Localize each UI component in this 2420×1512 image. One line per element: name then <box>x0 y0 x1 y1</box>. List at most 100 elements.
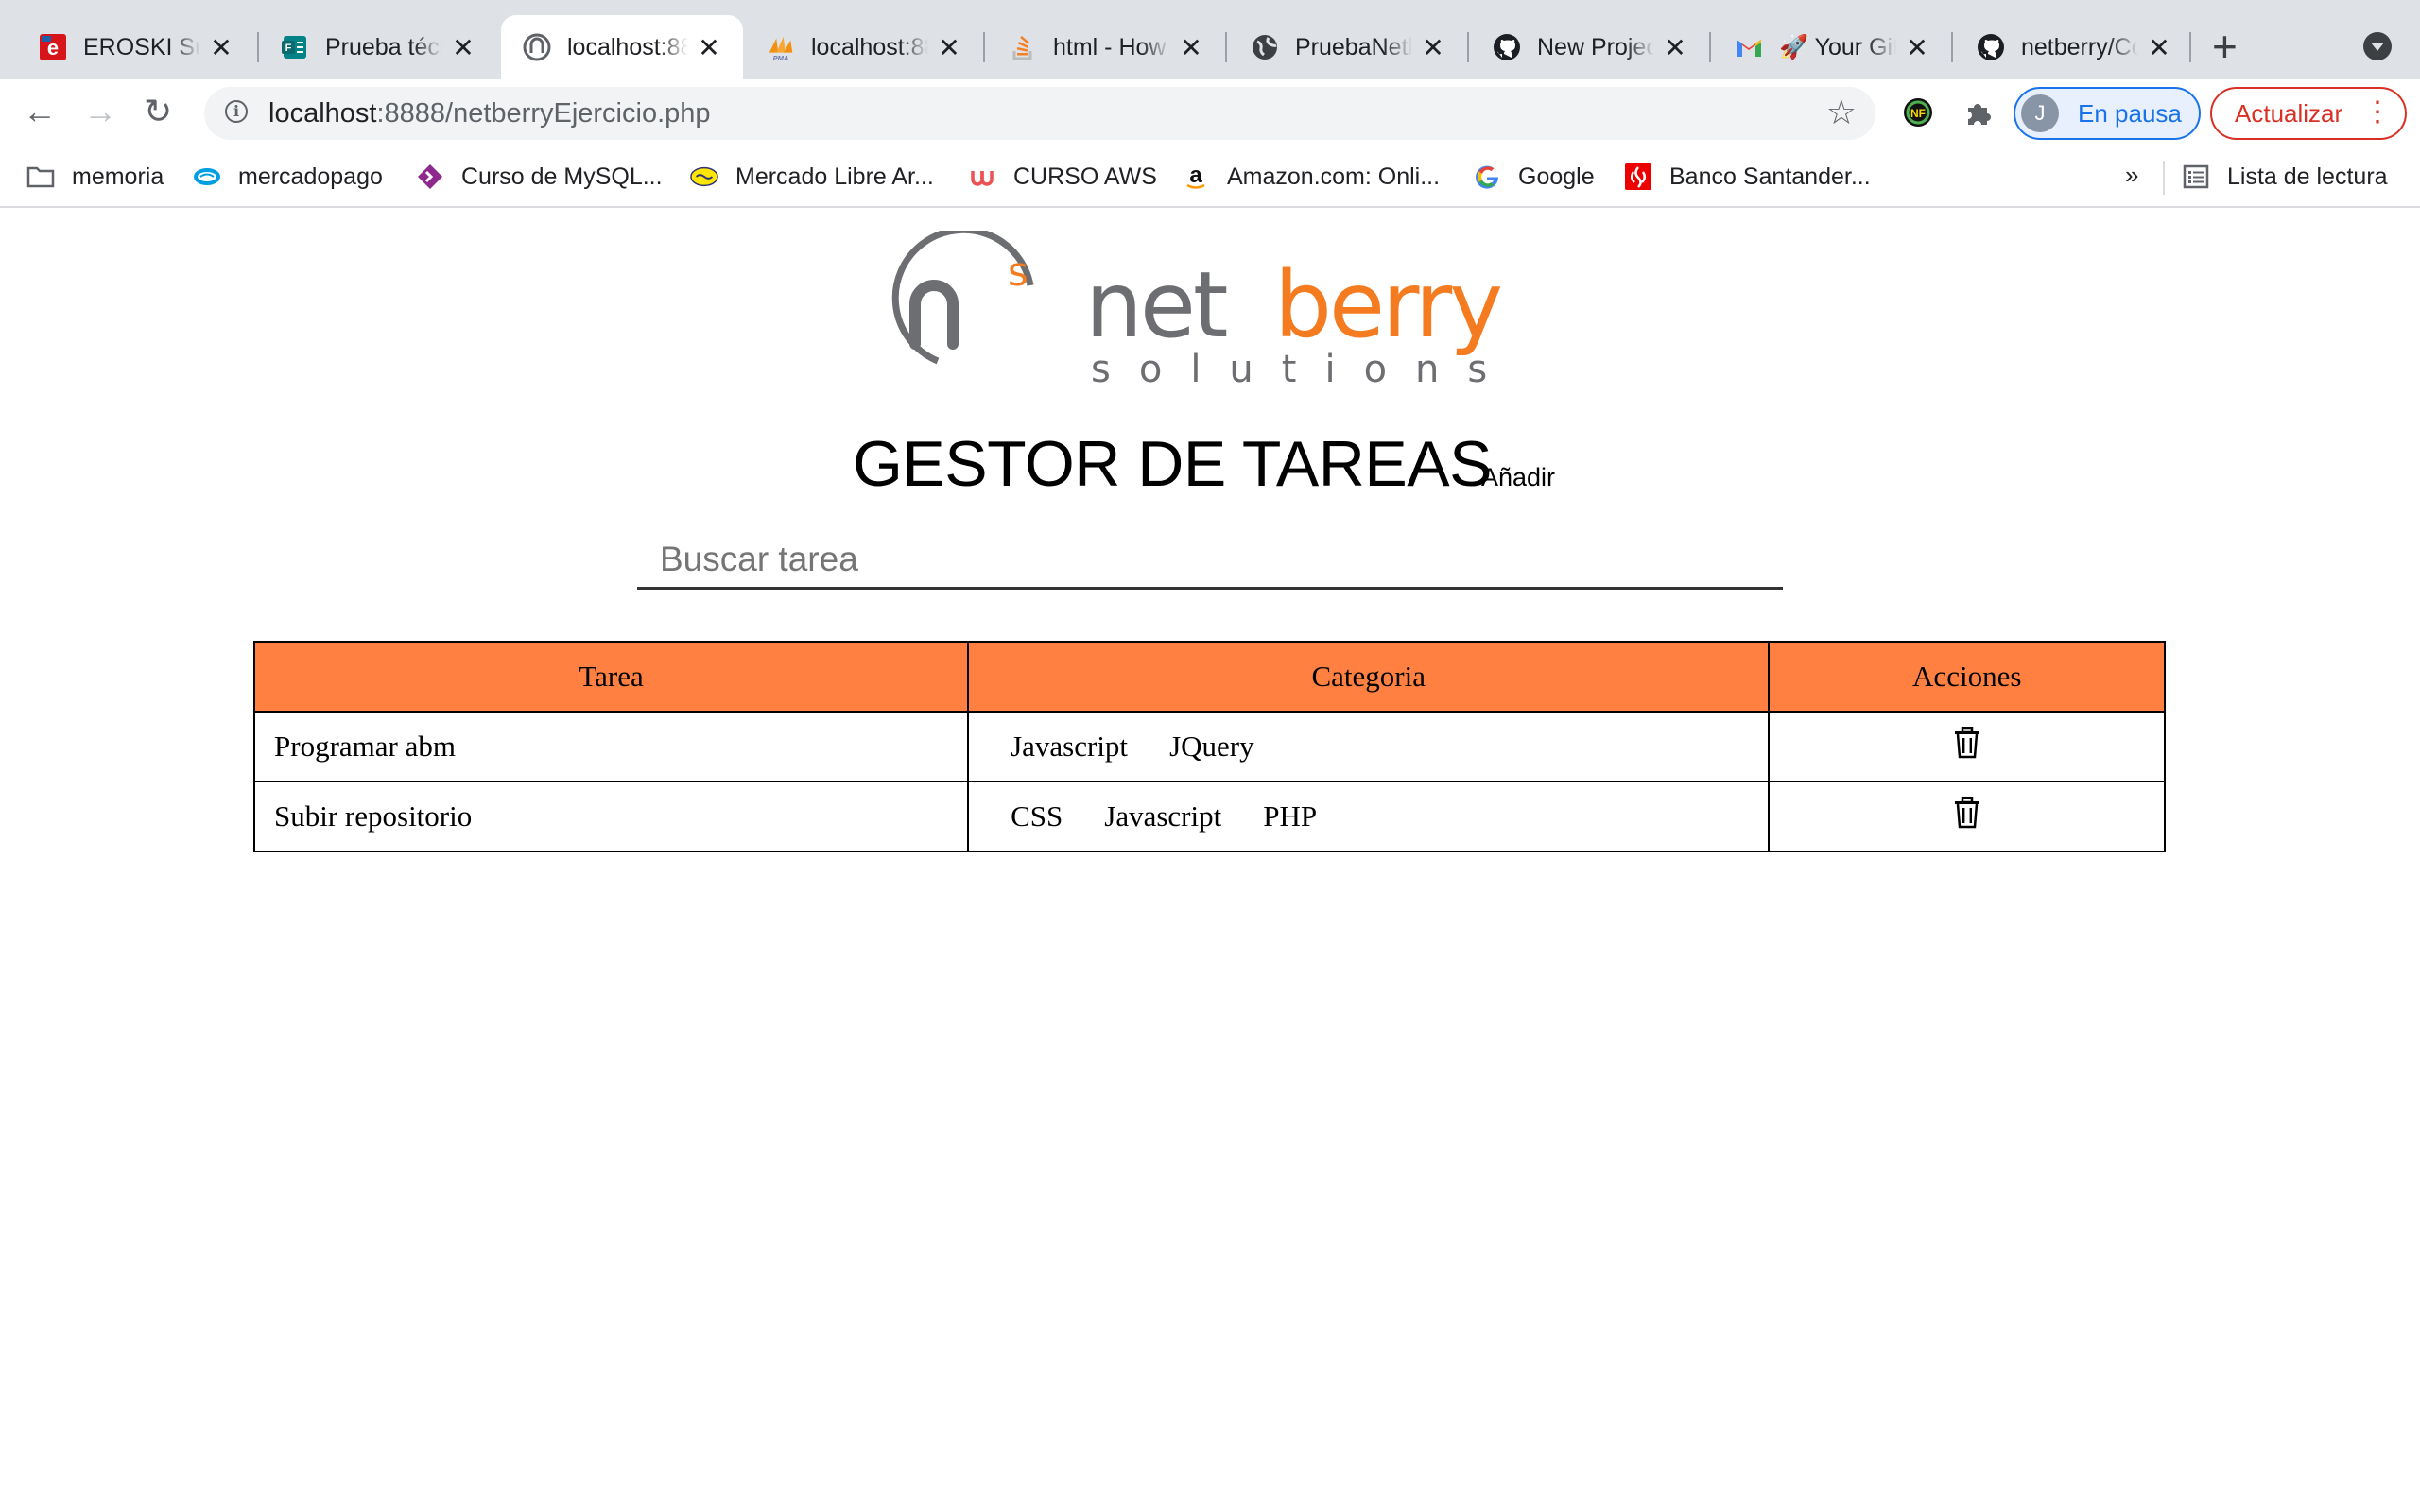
close-icon[interactable]: ✕ <box>450 32 476 63</box>
category-tag: CSS <box>1011 799 1063 833</box>
tab-title: localhost:8888 / phpMyAdmin <box>811 33 928 60</box>
task-categories: CSS Javascript PHP <box>967 781 1771 852</box>
bookmark-label: Amazon.com: Onli... <box>1227 163 1441 190</box>
svg-text:PMA: PMA <box>773 54 789 62</box>
tab-stackoverflow[interactable]: html - How ✕ <box>987 15 1225 79</box>
bookmark-santander[interactable]: Banco Santander... <box>1624 161 1871 193</box>
bookmark-label: Mercado Libre Ar... <box>735 163 934 190</box>
reading-list-button[interactable]: Lista de lectura <box>2182 161 2388 193</box>
task-categories: Javascript JQuery <box>967 711 1771 782</box>
bookmark-star-icon[interactable]: ☆ <box>1826 93 1857 132</box>
add-task-button[interactable]: Añadir <box>1481 463 1555 492</box>
close-icon[interactable]: ✕ <box>1662 32 1688 63</box>
site-info-icon[interactable]: i <box>225 100 248 123</box>
tab-strip: e EROSKI Supermercado ✕ F Prueba técnica… <box>0 0 2420 79</box>
tab-title: Prueba técnica <box>325 33 442 60</box>
bookmark-amazon[interactable]: a Amazon.com: Onli... <box>1182 161 1440 193</box>
bookmark-label: memoria <box>72 163 164 190</box>
trash-icon[interactable] <box>1953 796 1981 836</box>
bookmark-google[interactable]: Google <box>1473 161 1595 193</box>
bookmarks-overflow-button[interactable]: » <box>2125 161 2138 190</box>
table-row: Programar abm Javascript JQuery <box>252 711 2166 782</box>
bookmark-curso-aws[interactable]: CURSO AWS <box>968 161 1157 193</box>
close-icon[interactable]: ✕ <box>1420 32 1446 63</box>
google-icon <box>1473 163 1501 191</box>
logo-net-text: net <box>1085 252 1227 358</box>
bookmark-label: Banco Santander... <box>1669 163 1871 190</box>
task-name: Subir repositorio <box>252 781 970 852</box>
tab-eroski[interactable]: e EROSKI Supermercado ✕ <box>17 15 255 79</box>
profile-button[interactable]: J En pausa <box>2014 87 2201 140</box>
trash-icon[interactable] <box>1953 726 1981 766</box>
category-tag: PHP <box>1263 799 1318 833</box>
forward-button[interactable]: → <box>83 93 117 130</box>
avatar: J <box>2021 94 2059 132</box>
new-tab-button[interactable]: + <box>2212 25 2238 68</box>
course-icon <box>416 163 444 191</box>
udemy-icon <box>968 163 996 191</box>
tab-pruebanetberry[interactable]: PruebaNetberry ✕ <box>1229 15 1467 79</box>
tab-divider <box>1709 32 1711 62</box>
tab-title: html - How <box>1053 33 1167 60</box>
close-icon[interactable]: ✕ <box>2146 32 2172 63</box>
address-bar[interactable]: i localhost:8888/netberryEjercicio.php ☆ <box>204 87 1876 140</box>
santander-icon <box>1624 163 1652 191</box>
bookmark-label: mercadopago <box>238 163 383 190</box>
close-icon[interactable]: ✕ <box>936 32 962 63</box>
extensions-puzzle-icon[interactable] <box>1962 96 1995 129</box>
logo-berry-text: berry <box>1274 252 1500 358</box>
bookmark-label: Google <box>1518 163 1595 190</box>
tab-netberry-code[interactable]: netberry/Code ✕ <box>1955 15 2193 79</box>
bookmark-curso-mysql[interactable]: Curso de MySQL... <box>416 161 663 193</box>
tab-title: localhost:8888 <box>567 33 688 60</box>
reading-list-label: Lista de lectura <box>2227 163 2388 190</box>
tab-divider <box>1467 32 1469 62</box>
task-name: Programar abm <box>252 711 970 782</box>
gmail-icon <box>1734 32 1764 62</box>
task-actions <box>1768 711 2166 782</box>
bookmark-mercadolibre[interactable]: Mercado Libre Ar... <box>690 161 934 193</box>
browser-chrome: e EROSKI Supermercado ✕ F Prueba técnica… <box>0 0 2420 208</box>
mercadolibre-icon <box>690 163 718 191</box>
github-icon <box>1492 32 1522 62</box>
update-label: Actualizar <box>2235 99 2343 128</box>
tab-title: New Project <box>1537 33 1654 60</box>
browser-toolbar: ← → ↻ i localhost:8888/netberryEjercicio… <box>0 79 2420 147</box>
localhost-icon <box>522 32 552 62</box>
back-button[interactable]: ← <box>23 93 57 130</box>
logo-solutions-text: solutions <box>1091 348 1515 386</box>
page-title: GESTOR DE TAREAS <box>853 428 1492 500</box>
tab-title: PruebaNetberry <box>1295 33 1412 60</box>
amazon-icon: a <box>1182 163 1210 191</box>
category-tag: Javascript <box>1011 730 1129 763</box>
category-tag: JQuery <box>1169 730 1254 763</box>
netberry-logo: s net berry solutions <box>856 226 1565 391</box>
reload-button[interactable]: ↻ <box>144 93 172 130</box>
column-header-tarea: Tarea <box>252 641 970 713</box>
tab-prueba-tecnica[interactable]: F Prueba técnica ✕ <box>259 15 497 79</box>
close-icon[interactable]: ✕ <box>696 32 722 63</box>
extension-icon[interactable]: NF <box>1902 96 1934 129</box>
tab-localhost-active[interactable]: localhost:8888 ✕ <box>501 15 743 79</box>
bookmark-memoria[interactable]: memoria <box>26 161 164 193</box>
close-icon[interactable]: ✕ <box>1178 32 1204 63</box>
close-icon[interactable]: ✕ <box>208 32 234 63</box>
bookmarks-divider <box>2163 161 2165 195</box>
tasks-table: Tarea Categoria Acciones Programar abm J… <box>252 641 2166 852</box>
close-icon[interactable]: ✕ <box>1904 32 1930 63</box>
table-row: Subir repositorio CSS Javascript PHP <box>252 781 2166 852</box>
tab-phpmyadmin[interactable]: PMA localhost:8888 / phpMyAdmin ✕ <box>745 15 983 79</box>
url-text[interactable]: localhost:8888/netberryEjercicio.php <box>268 98 711 129</box>
globe-icon <box>1250 32 1280 62</box>
folder-icon <box>26 163 55 191</box>
tab-new-project[interactable]: New Project ✕ <box>1471 15 1709 79</box>
bookmark-mercadopago[interactable]: mercadopago <box>193 161 383 193</box>
task-actions <box>1768 781 2166 852</box>
tab-title: 🚀 Your GitHub <box>1779 33 1896 60</box>
menu-dots-icon[interactable]: ⋮ <box>2363 94 2392 130</box>
phpmyadmin-icon: PMA <box>766 32 796 62</box>
update-button[interactable]: Actualizar ⋮ <box>2210 87 2407 140</box>
tab-gmail[interactable]: 🚀 Your GitHub ✕ <box>1713 15 1951 79</box>
search-task-input[interactable] <box>637 531 1783 590</box>
tab-search-button[interactable] <box>2363 32 2392 60</box>
